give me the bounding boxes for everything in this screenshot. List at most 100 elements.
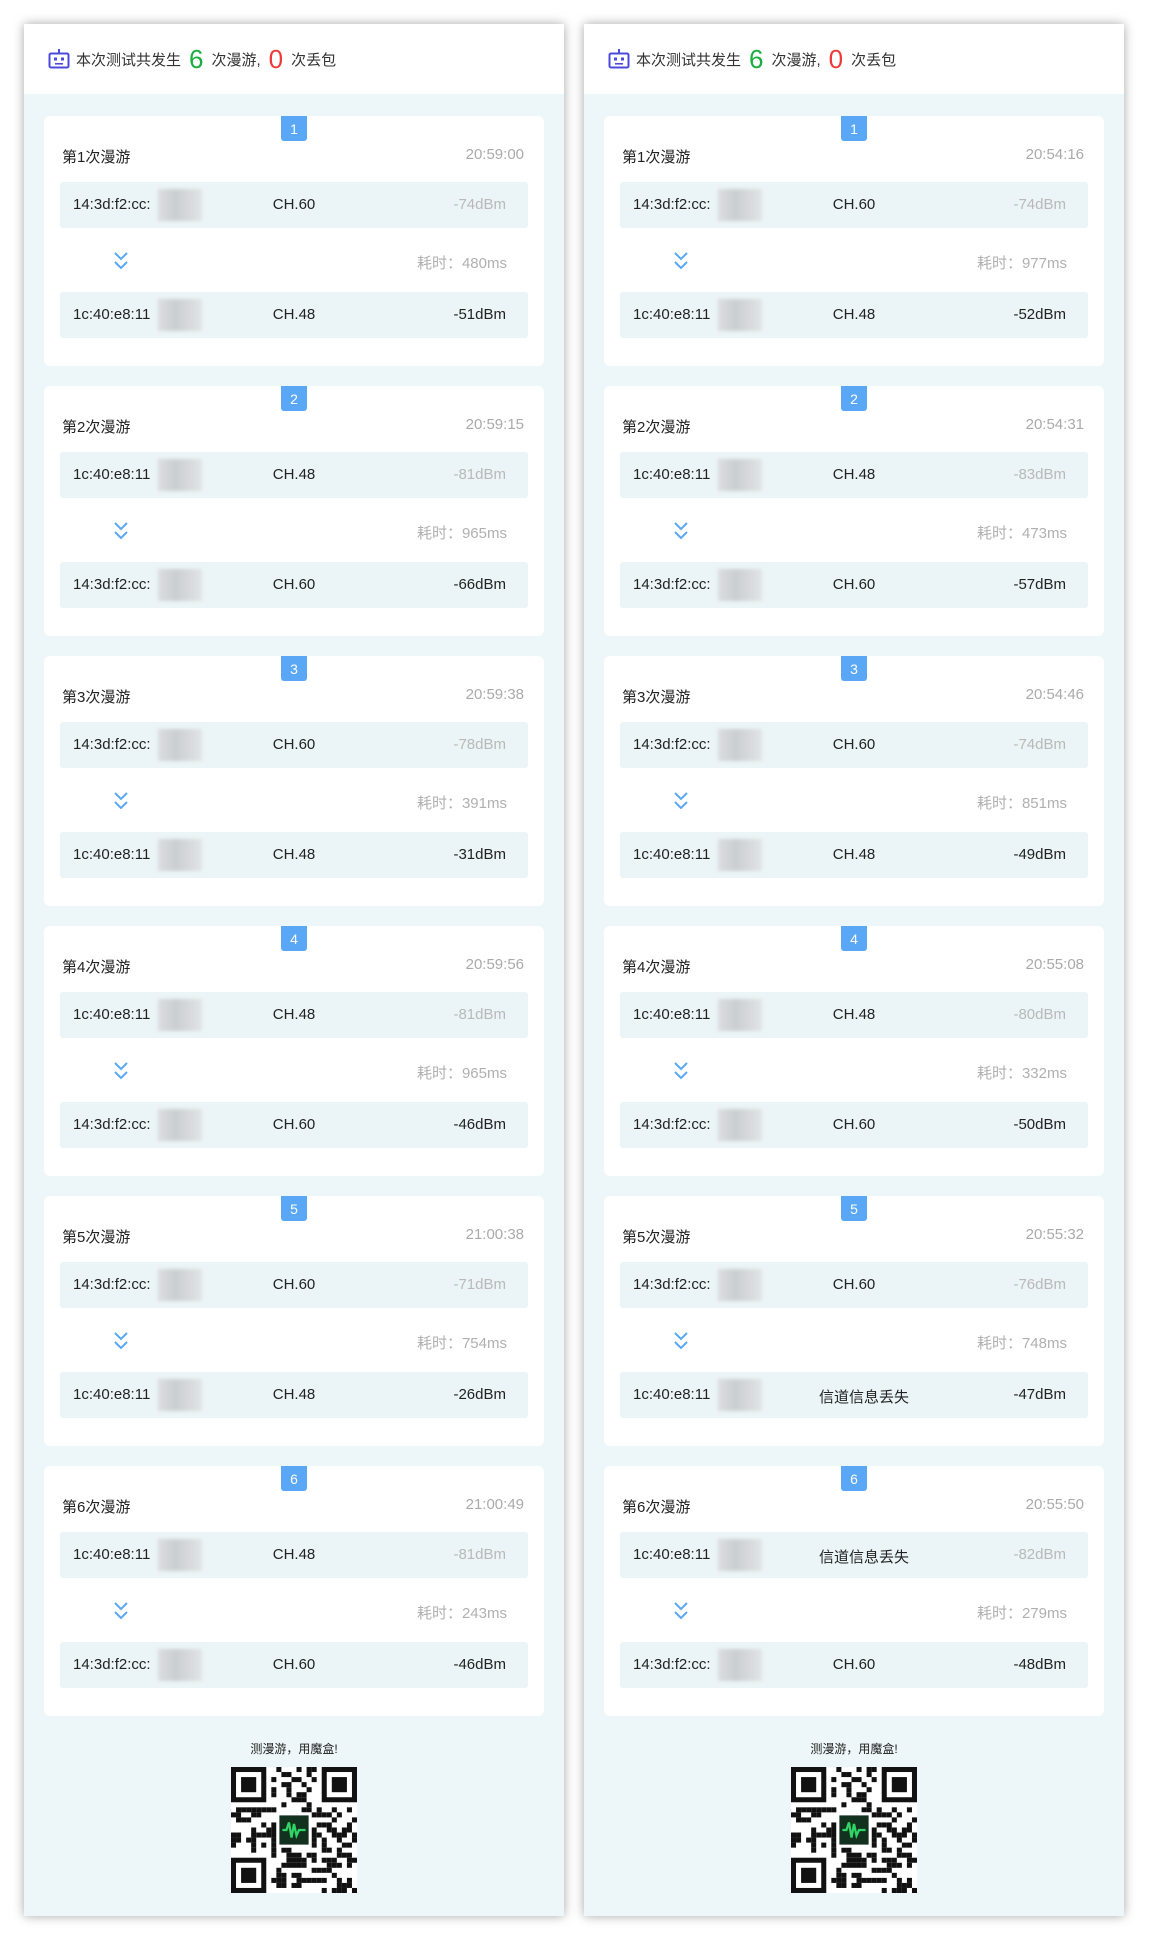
roam-time: 20:54:46 [1025, 686, 1084, 703]
to-ap-row: 14:3d:f2:cc: CH.60 -57dBm [620, 562, 1088, 608]
double-chevron-down-icon [674, 792, 688, 810]
roam-index-badge: 3 [841, 656, 867, 681]
to-ap-row: 14:3d:f2:cc: CH.60 -50dBm [620, 1102, 1088, 1148]
from-ap-row: 14:3d:f2:cc: CH.60 -71dBm [60, 1262, 528, 1308]
roam-index-badge: 2 [281, 386, 307, 411]
footer: 测漫游，用魔盒! [24, 1736, 564, 1893]
from-ap-row: 14:3d:f2:cc: CH.60 -76dBm [620, 1262, 1088, 1308]
ap-signal: -78dBm [453, 736, 506, 753]
roam-count: 6 [749, 44, 764, 74]
ap-signal: -81dBm [453, 1006, 506, 1023]
to-ap-row: 1c:40:e8:11 CH.48 -31dBm [60, 832, 528, 878]
roam-duration: 耗时：243ms [416, 1605, 507, 1622]
roam-index-badge: 5 [281, 1196, 307, 1221]
roam-title: 第6次漫游 [62, 1499, 131, 1516]
from-ap-row: 1c:40:e8:11 CH.48 -81dBm [60, 452, 528, 498]
to-ap-row: 1c:40:e8:11 CH.48 -49dBm [620, 832, 1088, 878]
from-ap-row: 1c:40:e8:11 CH.48 -81dBm [60, 992, 528, 1038]
double-chevron-down-icon [674, 252, 688, 270]
roam-duration: 耗时：279ms [976, 1605, 1067, 1622]
roam-card: 1 第1次漫游 20:54:16 14:3d:f2:cc: CH.60 -74d… [604, 116, 1104, 366]
double-chevron-down-icon [114, 1062, 128, 1080]
roam-time: 20:59:38 [465, 686, 524, 703]
roam-time: 20:59:15 [465, 416, 524, 433]
roam-title: 第4次漫游 [622, 959, 691, 976]
double-chevron-down-icon [114, 252, 128, 270]
roam-card: 3 第3次漫游 20:54:46 14:3d:f2:cc: CH.60 -74d… [604, 656, 1104, 906]
to-ap-row: 14:3d:f2:cc: CH.60 -46dBm [60, 1642, 528, 1688]
loss-count-label: 次丢包 [291, 51, 337, 69]
to-ap-row: 14:3d:f2:cc: CH.60 -66dBm [60, 562, 528, 608]
double-chevron-down-icon [114, 522, 128, 540]
ap-signal: -50dBm [1013, 1116, 1066, 1133]
loss-count: 0 [268, 44, 284, 74]
roam-time: 20:55:08 [1025, 956, 1084, 973]
ap-signal: -82dBm [1013, 1546, 1066, 1563]
roam-index-badge: 1 [281, 116, 307, 141]
roam-card: 5 第5次漫游 20:55:32 14:3d:f2:cc: CH.60 -76d… [604, 1196, 1104, 1446]
ap-signal: -81dBm [453, 466, 506, 483]
roam-duration: 耗时：473ms [976, 525, 1067, 542]
roam-title: 第5次漫游 [622, 1229, 691, 1246]
roam-count: 6 [189, 44, 204, 74]
ap-signal: -83dBm [1013, 466, 1066, 483]
roam-time: 20:55:50 [1025, 1496, 1084, 1513]
to-ap-row: 1c:40:e8:11 CH.48 -52dBm [620, 292, 1088, 338]
from-ap-row: 14:3d:f2:cc: CH.60 -74dBm [60, 182, 528, 228]
double-chevron-down-icon [674, 522, 688, 540]
roam-index-badge: 2 [841, 386, 867, 411]
roam-title: 第3次漫游 [62, 689, 131, 706]
to-ap-row: 1c:40:e8:11 CH.48 -51dBm [60, 292, 528, 338]
summary-header: 本次测试共发生 6 次漫游, 0 次丢包 [584, 24, 1124, 94]
roam-index-badge: 6 [841, 1466, 867, 1491]
roam-index-badge: 6 [281, 1466, 307, 1491]
double-chevron-down-icon [114, 792, 128, 810]
roam-card: 2 第2次漫游 20:54:31 1c:40:e8:11 CH.48 -83dB… [604, 386, 1104, 636]
roam-index-badge: 5 [841, 1196, 867, 1221]
from-ap-row: 1c:40:e8:11 CH.48 -83dBm [620, 452, 1088, 498]
from-ap-row: 14:3d:f2:cc: CH.60 -78dBm [60, 722, 528, 768]
roam-report-panel-right: 本次测试共发生 6 次漫游, 0 次丢包 1 第1次漫游 20:54:16 14… [584, 24, 1124, 1916]
roam-duration: 耗时：480ms [416, 255, 507, 272]
roam-duration: 耗时：748ms [976, 1335, 1067, 1352]
roam-time: 21:00:38 [465, 1226, 524, 1243]
roam-duration: 耗时：965ms [416, 525, 507, 542]
double-chevron-down-icon [114, 1332, 128, 1350]
loss-count: 0 [828, 44, 844, 74]
ap-signal: -46dBm [453, 1656, 506, 1673]
ap-signal: -51dBm [453, 306, 506, 323]
roam-time: 20:55:32 [1025, 1226, 1084, 1243]
roam-title: 第1次漫游 [62, 149, 131, 166]
roam-duration: 耗时：977ms [976, 255, 1067, 272]
ap-signal: -74dBm [1013, 736, 1066, 753]
from-ap-row: 14:3d:f2:cc: CH.60 -74dBm [620, 722, 1088, 768]
roam-count-label: 次漫游, [211, 51, 261, 69]
roam-time: 21:00:49 [465, 1496, 524, 1513]
from-ap-row: 14:3d:f2:cc: CH.60 -74dBm [620, 182, 1088, 228]
to-ap-row: 1c:40:e8:11 CH.48 -26dBm [60, 1372, 528, 1418]
roam-card: 6 第6次漫游 20:55:50 1c:40:e8:11 信道信息丢失 -82d… [604, 1466, 1104, 1716]
roam-time: 20:54:31 [1025, 416, 1084, 433]
ap-signal: -76dBm [1013, 1276, 1066, 1293]
loss-count-label: 次丢包 [851, 51, 897, 69]
ap-signal: -74dBm [1013, 196, 1066, 213]
roam-report-panel-left: 本次测试共发生 6 次漫游, 0 次丢包 1 第1次漫游 20:59:00 14… [24, 24, 564, 1916]
summary-prefix: 本次测试共发生 [76, 51, 182, 69]
roam-title: 第3次漫游 [622, 689, 691, 706]
roam-title: 第1次漫游 [622, 149, 691, 166]
roam-title: 第4次漫游 [62, 959, 131, 976]
to-ap-row: 14:3d:f2:cc: CH.60 -46dBm [60, 1102, 528, 1148]
ap-signal: -74dBm [453, 196, 506, 213]
ap-signal: -49dBm [1013, 846, 1066, 863]
robot-icon [608, 49, 630, 69]
roam-card: 1 第1次漫游 20:59:00 14:3d:f2:cc: CH.60 -74d… [44, 116, 544, 366]
qr-code-icon [791, 1767, 917, 1893]
roam-index-badge: 4 [841, 926, 867, 951]
roam-title: 第2次漫游 [62, 419, 131, 436]
roam-duration: 耗时：754ms [416, 1335, 507, 1352]
summary-header: 本次测试共发生 6 次漫游, 0 次丢包 [24, 24, 564, 94]
roam-index-badge: 4 [281, 926, 307, 951]
robot-icon [48, 49, 70, 69]
roam-card: 5 第5次漫游 21:00:38 14:3d:f2:cc: CH.60 -71d… [44, 1196, 544, 1446]
to-ap-row: 14:3d:f2:cc: CH.60 -48dBm [620, 1642, 1088, 1688]
